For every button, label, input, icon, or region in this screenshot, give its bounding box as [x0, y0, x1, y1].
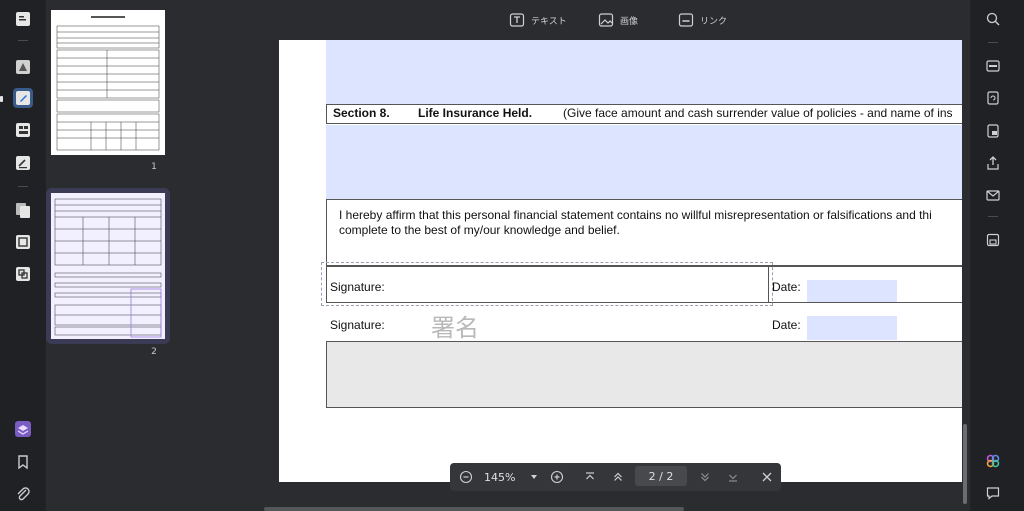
toolbar-divider: [988, 216, 998, 217]
mail-icon[interactable]: [984, 186, 1002, 204]
add-image-button[interactable]: 画像: [598, 12, 638, 28]
crop-page-icon[interactable]: [13, 232, 33, 252]
form-tool-icon[interactable]: [13, 120, 33, 140]
zoom-level[interactable]: 145%: [484, 471, 515, 484]
signature-field-1[interactable]: [326, 265, 769, 303]
add-text-label: テキスト: [531, 16, 567, 27]
section-label: Section 8.: [333, 106, 390, 120]
text-icon: [509, 13, 525, 27]
first-page-icon[interactable]: [582, 469, 598, 485]
notes-box: [326, 341, 962, 408]
ocr-icon[interactable]: [984, 57, 1002, 75]
right-toolbar: [970, 0, 1024, 511]
sign-tool-icon[interactable]: [13, 153, 33, 173]
close-icon[interactable]: [759, 469, 775, 485]
image-icon: [598, 13, 614, 27]
add-link-button[interactable]: リンク: [678, 12, 727, 28]
zoom-in-icon[interactable]: [549, 469, 565, 485]
page-thumbnail-2[interactable]: [51, 193, 165, 339]
protect-icon[interactable]: [984, 122, 1002, 140]
toolbar-divider: [18, 186, 28, 187]
date-label-2: Date:: [772, 318, 801, 332]
bookmark-icon[interactable]: [13, 452, 33, 472]
affirmation-line-2: complete to the best of my/our knowledge…: [339, 223, 620, 237]
date-field-1[interactable]: [807, 280, 897, 302]
page-number-2: 2: [151, 347, 157, 357]
toolbar-divider: [18, 40, 28, 41]
zoom-out-icon[interactable]: [458, 469, 474, 485]
signature-label-2: Signature:: [330, 318, 385, 332]
active-indicator: [0, 96, 3, 102]
link-icon: [678, 13, 694, 27]
next-page-icon[interactable]: [697, 469, 713, 485]
affirmation-line-1: I hereby affirm that this personal finan…: [339, 208, 932, 222]
add-image-label: 画像: [620, 16, 639, 27]
page-indicator[interactable]: 2 / 2: [635, 466, 687, 486]
reader-mode-icon[interactable]: [13, 9, 33, 29]
page-thumbnail-1[interactable]: [51, 10, 165, 155]
signature-label-1: Signature:: [330, 280, 385, 294]
search-icon[interactable]: [984, 10, 1002, 28]
section-title: Life Insurance Held.: [418, 106, 533, 120]
date-label-1: Date:: [772, 280, 801, 294]
zoom-dropdown-icon[interactable]: [526, 469, 542, 485]
form-field-area[interactable]: [326, 40, 962, 104]
layers-icon[interactable]: [13, 419, 33, 439]
add-link-label: リンク: [700, 16, 728, 27]
comment-icon[interactable]: [984, 484, 1002, 502]
save-icon[interactable]: [984, 231, 1002, 249]
attachment-icon[interactable]: [13, 484, 33, 504]
date-field-2[interactable]: [807, 316, 897, 340]
vertical-scrollbar[interactable]: [963, 424, 967, 504]
add-text-button[interactable]: テキスト: [509, 12, 567, 28]
organize-pages-icon[interactable]: [13, 200, 33, 220]
highlight-tool-icon[interactable]: [13, 57, 33, 77]
section-note: (Give face amount and cash surrender val…: [563, 106, 953, 120]
page-number-1: 1: [151, 162, 157, 172]
toolbar-divider: [988, 42, 998, 43]
signature-placeholder[interactable]: 署名: [431, 308, 479, 343]
life-insurance-field[interactable]: [326, 125, 962, 199]
pdf-page: Section 8. Life Insurance Held. (Give fa…: [279, 40, 962, 482]
share-icon[interactable]: [984, 154, 1002, 172]
edit-pdf-icon[interactable]: [13, 88, 33, 108]
convert-icon[interactable]: [984, 89, 1002, 107]
ai-assistant-icon[interactable]: [984, 452, 1002, 470]
last-page-icon[interactable]: [725, 469, 741, 485]
horizontal-scrollbar[interactable]: [264, 507, 684, 511]
compare-icon[interactable]: [13, 264, 33, 284]
previous-page-icon[interactable]: [610, 469, 626, 485]
